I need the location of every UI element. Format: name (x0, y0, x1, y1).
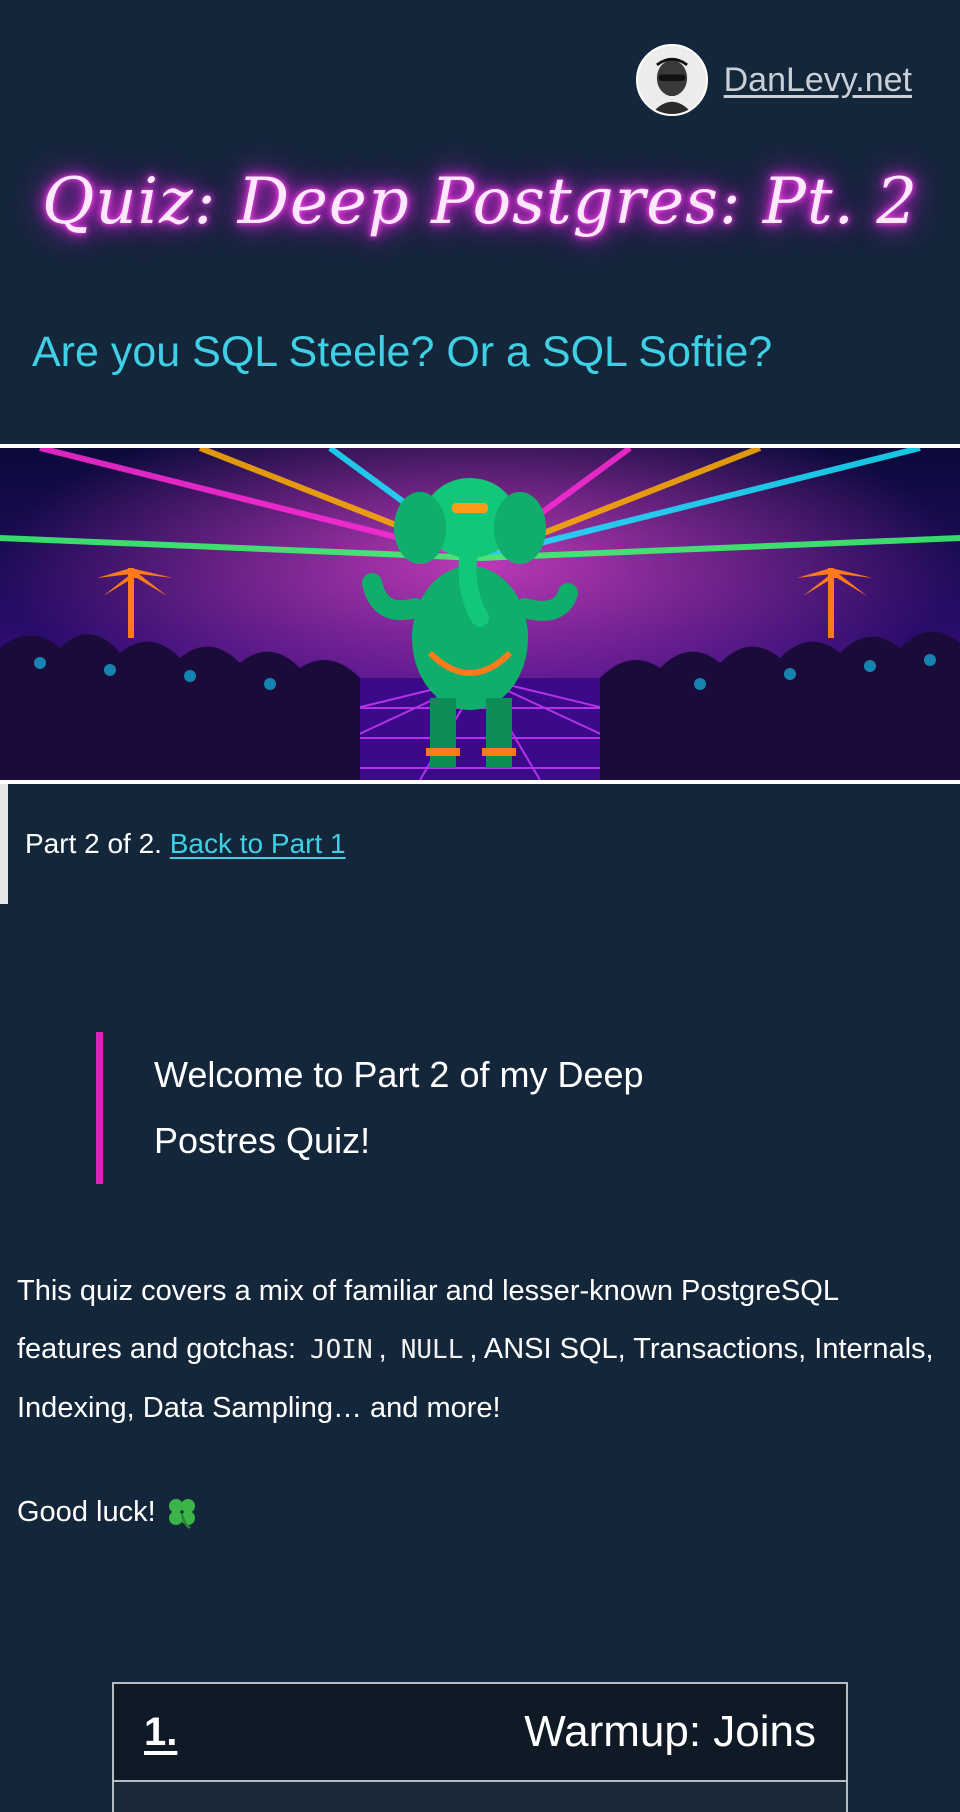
question-body (114, 1782, 846, 1812)
author-link[interactable]: DanLevy.net (724, 61, 912, 100)
clover-icon (164, 1494, 200, 1530)
avatar[interactable] (635, 44, 708, 116)
page-header: DanLevy.net Quiz: Deep Postgres: Pt. 2 A… (0, 0, 960, 444)
back-to-part-1-link[interactable]: Back to Part 1 (170, 828, 346, 859)
welcome-line-1: Welcome to Part 2 of my Deep (154, 1054, 644, 1095)
good-luck-text: Good luck! (17, 1495, 156, 1528)
welcome-quote: Welcome to Part 2 of my Deep Postres Qui… (96, 1032, 796, 1184)
question-card: 1. Warmup: Joins (112, 1682, 848, 1812)
question-number[interactable]: 1. (144, 1710, 177, 1755)
part-notice-text: Part 2 of 2. (25, 828, 162, 859)
avatar-portrait (637, 46, 706, 114)
intro-paragraph: This quiz covers a mix of familiar and l… (17, 1262, 937, 1437)
intro-separator: , (378, 1333, 395, 1365)
question-title: Warmup: Joins (524, 1707, 816, 1756)
hero-banner (0, 444, 960, 784)
page-subtitle: Are you SQL Steele? Or a SQL Softie? (32, 328, 773, 376)
page-title: Quiz: Deep Postgres: Pt. 2 (41, 165, 919, 239)
part-notice: Part 2 of 2. Back to Part 1 (0, 784, 960, 904)
welcome-line-2: Postres Quiz! (154, 1120, 371, 1161)
question-header[interactable]: 1. Warmup: Joins (114, 1684, 846, 1782)
hero-image (0, 448, 960, 780)
code-join: JOIN (309, 1335, 373, 1365)
author-block[interactable]: DanLevy.net (635, 44, 912, 116)
good-luck-line: Good luck! (17, 1494, 200, 1530)
code-null: NULL (400, 1335, 464, 1365)
